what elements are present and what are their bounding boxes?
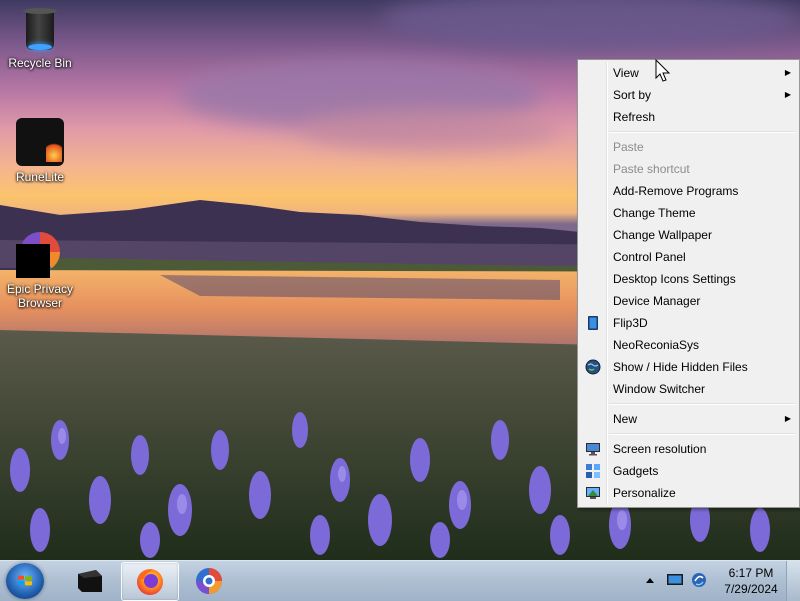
menu-item-personalize[interactable]: Personalize	[580, 482, 797, 504]
menu-item-view[interactable]: View ▶	[580, 62, 797, 84]
submenu-arrow-icon: ▶	[784, 414, 791, 423]
menu-item-desktop-icons-settings[interactable]: Desktop Icons Settings	[580, 268, 797, 290]
black-box-app-icon	[78, 570, 102, 592]
mouse-cursor-icon	[655, 59, 671, 82]
show-hidden-icons-arrow-icon[interactable]	[645, 576, 655, 584]
menu-separator	[609, 433, 795, 435]
desktop-icon-label: Epic Privacy Browser	[6, 282, 74, 310]
network-icon[interactable]	[691, 572, 707, 588]
clock-time: 6:17 PM	[728, 566, 774, 580]
monitor-icon	[586, 443, 600, 456]
desktop-icon-runelite[interactable]: RuneLite	[0, 118, 80, 184]
taskbar-app-epic-browser[interactable]	[182, 562, 238, 599]
personalize-icon	[586, 487, 600, 499]
recycle-bin-icon	[16, 4, 64, 52]
clock-date: 7/29/2024	[724, 582, 778, 596]
menu-item-show-hide-hidden-files[interactable]: Show / Hide Hidden Files	[580, 356, 797, 378]
windows-logo-icon	[18, 575, 32, 586]
desktop-icon-recycle-bin[interactable]: Recycle Bin	[0, 4, 80, 70]
desktop-icon-epic-privacy-browser[interactable]: Epic Privacy Browser	[0, 230, 80, 310]
menu-item-sort-by[interactable]: Sort by ▶	[580, 84, 797, 106]
epic-browser-icon	[196, 568, 222, 594]
gadgets-icon	[586, 464, 600, 478]
menu-item-paste[interactable]: Paste	[580, 136, 797, 158]
taskbar: 6:17 PM 7/29/2024	[0, 560, 800, 601]
menu-item-refresh[interactable]: Refresh	[580, 106, 797, 128]
show-desktop-button[interactable]	[786, 561, 800, 601]
submenu-arrow-icon: ▶	[784, 90, 791, 99]
submenu-arrow-icon: ▶	[784, 68, 791, 77]
menu-item-device-manager[interactable]: Device Manager	[580, 290, 797, 312]
menu-item-screen-resolution[interactable]: Screen resolution	[580, 438, 797, 460]
desktop-icon-label: Recycle Bin	[8, 56, 72, 70]
menu-item-paste-shortcut[interactable]: Paste shortcut	[580, 158, 797, 180]
start-button[interactable]	[6, 563, 44, 599]
runelite-icon	[16, 118, 64, 166]
epic-privacy-browser-icon	[16, 230, 64, 278]
menu-item-change-theme[interactable]: Change Theme	[580, 202, 797, 224]
menu-item-gadgets[interactable]: Gadgets	[580, 460, 797, 482]
flip3d-icon	[588, 316, 598, 330]
menu-item-window-switcher[interactable]: Window Switcher	[580, 378, 797, 400]
firefox-icon	[137, 569, 163, 595]
menu-item-new[interactable]: New ▶	[580, 408, 797, 430]
globe-icon	[585, 359, 601, 375]
menu-item-control-panel[interactable]: Control Panel	[580, 246, 797, 268]
menu-item-add-remove-programs[interactable]: Add-Remove Programs	[580, 180, 797, 202]
desktop-context-menu: View ▶ Sort by ▶ Refresh Paste Paste sho…	[577, 59, 800, 508]
action-center-icon[interactable]	[666, 573, 684, 587]
taskbar-app-black-box[interactable]	[62, 562, 118, 599]
menu-separator	[609, 403, 795, 405]
menu-item-neoreconiasys[interactable]: NeoReconiaSys	[580, 334, 797, 356]
menu-item-change-wallpaper[interactable]: Change Wallpaper	[580, 224, 797, 246]
desktop-icon-label: RuneLite	[15, 170, 65, 184]
menu-item-flip3d[interactable]: Flip3D	[580, 312, 797, 334]
taskbar-app-firefox[interactable]	[121, 562, 179, 601]
menu-separator	[609, 131, 795, 133]
system-clock[interactable]: 6:17 PM 7/29/2024	[716, 565, 786, 597]
